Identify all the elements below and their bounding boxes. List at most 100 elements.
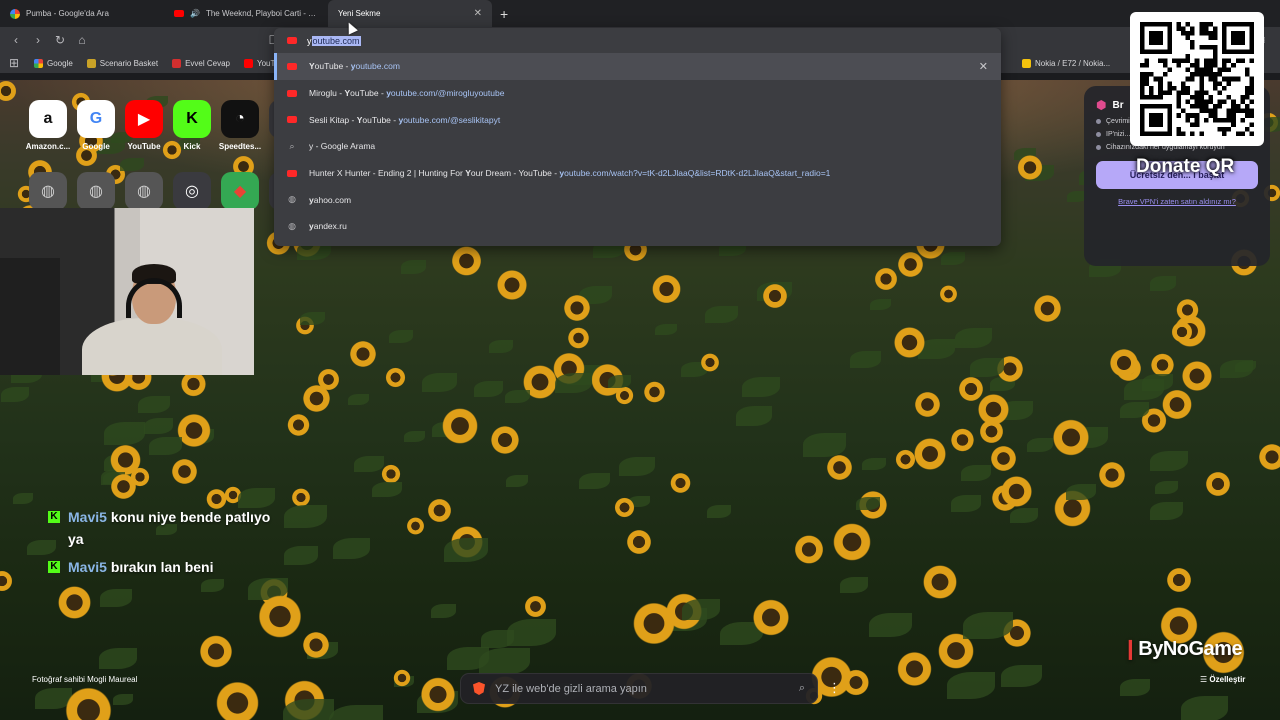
omnibox-dropdown: youtube.com YouTube - youtube.com ✕ Mirogl… <box>274 28 1001 246</box>
amazon-icon: a <box>29 100 67 138</box>
google-icon <box>34 58 43 68</box>
donate-label: Donate QR <box>1136 156 1235 177</box>
scenario-icon <box>86 58 96 68</box>
suggestion-text: YouTube - youtube.com <box>309 61 400 72</box>
suggestion-text: yahoo.com <box>309 195 351 205</box>
youtube-icon: ▶ <box>125 100 163 138</box>
speaker-icon[interactable]: 🔊 <box>190 9 200 18</box>
omnibox-suggestion[interactable]: ◍ yandex.ru <box>274 213 1001 240</box>
kick-icon: K <box>48 511 60 523</box>
globe-icon: ◍ <box>29 172 67 210</box>
google-icon: G <box>77 100 115 138</box>
reload-icon[interactable]: ↻ <box>50 33 70 47</box>
webcam-overlay <box>0 208 254 375</box>
chat-message: K Mavi5 konu niye bende patlıyo ya <box>48 506 288 550</box>
globe-icon: ◍ <box>288 220 296 231</box>
shortcut-tile[interactable]: K Kick <box>168 100 216 151</box>
address-input[interactable]: youtube.com <box>307 35 361 46</box>
bynogame-logo: ❙ByNoGame <box>1122 638 1243 660</box>
globe-icon: ◍ <box>125 172 163 210</box>
youtube-icon <box>287 169 297 177</box>
suggestion-text: Hunter X Hunter - Ending 2 | Hunting For… <box>309 168 831 179</box>
bookmark-evvel-cevap[interactable]: Evvel Cevap <box>172 58 230 68</box>
tab-strip: Pumba - Google'da Ara 🔊 The Weeknd, Play… <box>0 0 1280 27</box>
search-icon: ⌕ <box>289 140 295 151</box>
shortcut-label: Kick <box>183 142 201 151</box>
bookmark-nokia[interactable]: Nokia / E72 / Nokia... <box>1022 58 1111 68</box>
youtube-icon <box>287 37 297 44</box>
omnibox-suggestion[interactable]: YouTube - youtube.com ✕ <box>274 53 1001 80</box>
bookmark-scenario-basket[interactable]: Scenario Basket <box>86 58 159 68</box>
omnibox-suggestion[interactable]: Miroglu - YouTube - youtube.com/@miroglu… <box>274 80 1001 107</box>
photo-credit[interactable]: Fotoğraf sahibi Mogli Maureal <box>32 675 137 684</box>
kick-icon: K <box>48 561 60 573</box>
bookmark-label: YouT <box>256 58 276 68</box>
shortcut-label: Google <box>82 142 110 151</box>
bookmark-label: Scenario Basket <box>99 58 159 68</box>
bookmark-label: Nokia / E72 / Nokia... <box>1035 58 1111 68</box>
shortcut-label: YouTube <box>127 142 161 151</box>
omnibox-suggestion[interactable]: Hunter X Hunter - Ending 2 | Hunting For… <box>274 160 1001 187</box>
private-search-bar[interactable]: YZ ile web'de gizli arama yapın ⌕ <box>460 673 818 704</box>
suggestion-url: yandex.ru <box>309 221 347 232</box>
site-icon: ◎ <box>173 172 211 210</box>
chat-username: Mavi5 <box>68 559 107 575</box>
back-icon[interactable]: ‹ <box>6 33 26 47</box>
close-icon[interactable]: ✕ <box>474 8 482 19</box>
youtube-icon <box>287 62 297 70</box>
youtube-icon <box>243 58 253 68</box>
suggestion-url: youtube.com/@seslikitapyt <box>398 114 501 125</box>
kick-icon: K <box>173 100 211 138</box>
shortcut-tile[interactable]: G Google <box>72 100 120 151</box>
bookmark-google[interactable]: Google <box>34 58 73 68</box>
search-icon[interactable]: ⌕ <box>799 682 805 695</box>
tab-pumba[interactable]: Pumba - Google'da Ara <box>0 0 164 27</box>
suggestion-url: youtube.com <box>350 61 400 72</box>
globe-icon: ◍ <box>288 194 296 205</box>
brave-icon <box>473 682 485 695</box>
bookmark-youtube[interactable]: YouT <box>243 58 276 68</box>
vpn-purchased-link[interactable]: Brave VPN'i zaten satın aldınız mı? <box>1096 197 1258 206</box>
donate-qr-code <box>1130 12 1264 146</box>
more-options-icon[interactable]: ⋮ <box>828 680 841 696</box>
chat-overlay: K Mavi5 konu niye bende patlıyo ya K Mav… <box>48 506 288 584</box>
shortcut-tile[interactable]: ▶ YouTube <box>120 100 168 151</box>
tab-weeknd[interactable]: 🔊 The Weeknd, Playboi Carti - Timi <box>164 0 328 27</box>
maps-icon: ◆ <box>221 172 259 210</box>
remove-suggestion-icon[interactable]: ✕ <box>979 60 988 73</box>
suggestion-text: yandex.ru <box>309 221 347 231</box>
tab-title: Pumba - Google'da Ara <box>26 9 109 18</box>
bookmark-label: Google <box>47 58 73 68</box>
suggestion-url: youtube.com/@mirogluyoutube <box>386 88 505 99</box>
evvel-icon <box>172 58 182 68</box>
new-tab-button[interactable]: + <box>492 6 516 22</box>
customize-button[interactable]: ☰ Özelleştir <box>1200 675 1245 684</box>
youtube-icon <box>287 116 297 124</box>
shortcut-tile[interactable]: ◔ Speedtes... <box>216 100 264 151</box>
tab-title: Yeni Sekme <box>338 9 381 18</box>
address-bar[interactable]: youtube.com <box>274 28 1001 53</box>
google-icon <box>10 8 20 19</box>
home-icon[interactable]: ⌂ <box>72 33 92 47</box>
speedtest-icon: ◔ <box>221 100 259 138</box>
shortcut-tile[interactable]: a Amazon.c... <box>24 100 72 151</box>
omnibox-suggestion[interactable]: ⌕ y - Google Arama <box>274 133 1001 160</box>
forward-icon[interactable]: › <box>28 33 48 47</box>
omnibox-suggestion[interactable]: Sesli Kitap - YouTube - youtube.com/@ses… <box>274 106 1001 133</box>
chat-text: bırakın lan beni <box>110 559 214 575</box>
globe-icon: ◍ <box>77 172 115 210</box>
s-icon <box>1022 58 1031 68</box>
suggestion-text: Miroglu - YouTube - youtube.com/@miroglu… <box>309 88 505 99</box>
apps-grid-icon[interactable]: ⊞ <box>8 56 20 70</box>
shortcut-label: Speedtes... <box>218 142 262 151</box>
suggestion-text: Sesli Kitap - YouTube - youtube.com/@ses… <box>309 114 501 125</box>
youtube-icon <box>174 10 184 17</box>
search-placeholder: YZ ile web'de gizli arama yapın <box>495 682 647 695</box>
tab-title: The Weeknd, Playboi Carti - Timi <box>205 9 318 18</box>
bookmark-label: Evvel Cevap <box>185 58 230 68</box>
suggestion-url: youtube.com/watch?v=tK-d2LJlaaQ&list=RDt… <box>559 168 831 179</box>
omnibox-suggestion[interactable]: ◍ yahoo.com <box>274 186 1001 213</box>
shield-icon: ⬢ <box>1096 98 1107 112</box>
chat-message: K Mavi5 bırakın lan beni <box>48 556 288 578</box>
suggestion-text: y - Google Arama <box>309 141 376 152</box>
